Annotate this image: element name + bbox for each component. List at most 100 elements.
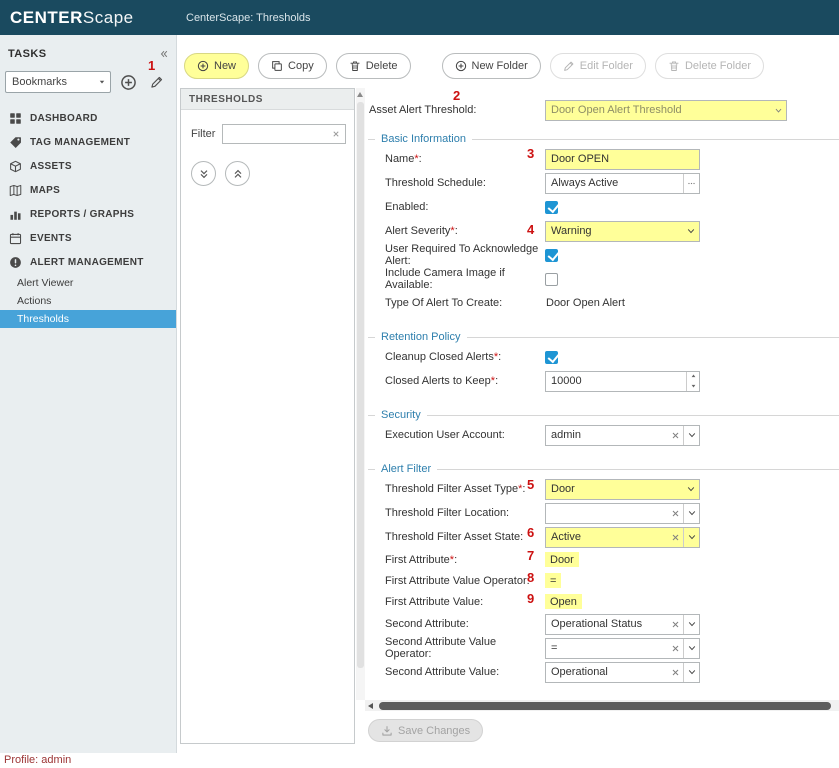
field-label: Threshold Schedule: (385, 177, 545, 189)
copy-button[interactable]: Copy (258, 53, 327, 79)
collapse-all-button[interactable] (225, 161, 250, 186)
add-bookmark-button[interactable] (120, 74, 137, 91)
dropdown-button[interactable] (683, 426, 699, 445)
save-changes-button[interactable]: Save Changes (368, 719, 483, 742)
dropdown-button[interactable] (683, 528, 699, 547)
expand-all-button[interactable] (191, 161, 216, 186)
button-label: Delete (366, 60, 398, 72)
sidebar-item-maps[interactable]: MAPS (0, 178, 176, 202)
dropdown-button[interactable] (683, 480, 699, 499)
threshold-filter-asset-state-combo[interactable]: Active (545, 527, 700, 548)
form-row: Threshold Filter Location: (368, 501, 839, 525)
sidebar-item-alert-management[interactable]: ALERT MANAGEMENT (0, 250, 176, 274)
sidebar-item-label: EVENTS (30, 233, 72, 244)
scroll-up-arrow-icon[interactable] (357, 92, 363, 97)
delete-button[interactable]: Delete (336, 53, 411, 79)
sidebar-subitem-actions[interactable]: Actions (0, 292, 176, 310)
vertical-scroll-thumb[interactable] (357, 102, 364, 668)
sidebar-item-tag-management[interactable]: TAG MANAGEMENT (0, 130, 176, 154)
field-value: Door OPEN (546, 153, 699, 165)
first-attribute-value-operator-value[interactable]: = (545, 573, 561, 588)
sidebar-subitem-label: Thresholds (17, 313, 69, 325)
filter-input[interactable] (222, 124, 346, 144)
sidebar-item-assets[interactable]: ASSETS (0, 154, 176, 178)
vertical-scrollbar[interactable] (356, 88, 365, 700)
dropdown-button[interactable] (683, 222, 699, 241)
enabled-checkbox[interactable] (545, 201, 558, 214)
dropdown-button[interactable] (683, 615, 699, 634)
sidebar-item-reports-graphs[interactable]: REPORTS / GRAPHS (0, 202, 176, 226)
field-label: First Attribute*: (385, 554, 545, 566)
horizontal-scroll-thumb[interactable] (379, 702, 831, 710)
required-marker: * (518, 483, 522, 495)
toolbar: New Copy Delete New Folder Edit Folder Delete… (184, 52, 764, 80)
user-required-to-acknowledge-alert-checkbox[interactable] (545, 249, 558, 262)
threshold-filter-location-combo[interactable] (545, 503, 700, 524)
second-attribute-value-combo[interactable]: Operational (545, 662, 700, 683)
new-folder-button[interactable]: New Folder (442, 53, 541, 79)
ellipsis-button[interactable] (683, 174, 699, 193)
edit-bookmarks-button[interactable] (150, 75, 164, 89)
chevrons-up-icon (232, 168, 244, 180)
include-camera-image-if-available-checkbox[interactable] (545, 273, 558, 286)
cleanup-closed-alerts-checkbox[interactable] (545, 351, 558, 364)
clear-button[interactable] (667, 663, 683, 682)
bookmarks-select[interactable]: Bookmarks (5, 71, 111, 93)
required-marker: * (450, 225, 454, 237)
clear-button[interactable] (667, 615, 683, 634)
thresholds-panel: THRESHOLDS Filter (180, 88, 355, 744)
dropdown-button[interactable] (770, 101, 786, 120)
dropdown-button[interactable] (683, 504, 699, 523)
field-label: Threshold Filter Location: (385, 507, 545, 519)
logo-light: Scape (83, 8, 134, 27)
plus-circle-icon (197, 60, 209, 72)
save-changes-label: Save Changes (398, 725, 470, 737)
chevron-down-icon (686, 484, 696, 494)
type-of-alert-to-create-value: Door Open Alert (545, 297, 625, 309)
sidebar-subitem-alert-viewer[interactable]: Alert Viewer (0, 274, 176, 292)
first-attribute-value[interactable]: Door (545, 552, 579, 567)
threshold-form: Asset Alert Threshold: Door Open Alert T… (365, 88, 839, 700)
spin-up-button[interactable] (687, 372, 699, 382)
field-label: First Attribute Value Operator: (385, 575, 545, 587)
clear-button[interactable] (667, 426, 683, 445)
field-label: Threshold Filter Asset State: (385, 531, 545, 543)
form-row: Second Attribute:Operational Status (368, 612, 839, 636)
name-input[interactable]: Door OPEN (545, 149, 700, 170)
sidebar-subitem-thresholds[interactable]: Thresholds (0, 310, 176, 328)
clear-button[interactable] (667, 504, 683, 523)
scroll-left-arrow-icon[interactable] (368, 703, 373, 709)
new-button[interactable]: New (184, 53, 249, 79)
ellipsis-icon (687, 179, 696, 188)
button-label: New (214, 60, 236, 72)
collapse-tasks-button[interactable] (159, 49, 169, 59)
spin-down-button[interactable] (687, 381, 699, 391)
sidebar-item-events[interactable]: EVENTS (0, 226, 176, 250)
field-label: User Required To Acknowledge Alert: (385, 243, 545, 267)
clear-filter-icon[interactable] (332, 130, 340, 138)
dropdown-button[interactable] (683, 639, 699, 658)
x-icon (671, 509, 680, 518)
asset-alert-threshold-select[interactable]: Door Open Alert Threshold (545, 100, 787, 121)
field-label: Type Of Alert To Create: (385, 297, 545, 309)
sidebar-item-dashboard[interactable]: DASHBOARD (0, 106, 176, 130)
form-row: Second Attribute Value:Operational (368, 660, 839, 684)
closed-alerts-to-keep-input[interactable]: 10000 (545, 371, 700, 392)
clear-button[interactable] (667, 639, 683, 658)
dropdown-button[interactable] (683, 663, 699, 682)
alert-severity-select[interactable]: Warning (545, 221, 700, 242)
sidebar: TASKS Bookmarks DASHBOARDTAG MANAGEMENTA… (0, 35, 177, 753)
form-row: Execution User Account:admin (368, 423, 839, 447)
first-attribute-value-value[interactable]: Open (545, 594, 582, 609)
second-attribute-combo[interactable]: Operational Status (545, 614, 700, 635)
execution-user-account-combo[interactable]: admin (545, 425, 700, 446)
threshold-schedule-input[interactable]: Always Active (545, 173, 700, 194)
threshold-filter-asset-type-select[interactable]: Door (545, 479, 700, 500)
delete-folder-button[interactable]: Delete Folder (655, 53, 764, 79)
panel-buttons (181, 144, 354, 186)
section-basic-information: Basic InformationName*:Door OPENThreshol… (368, 133, 839, 319)
second-attribute-value-operator-combo[interactable]: = (545, 638, 700, 659)
clear-button[interactable] (667, 528, 683, 547)
horizontal-scrollbar[interactable] (365, 700, 839, 711)
edit-folder-button[interactable]: Edit Folder (550, 53, 646, 79)
